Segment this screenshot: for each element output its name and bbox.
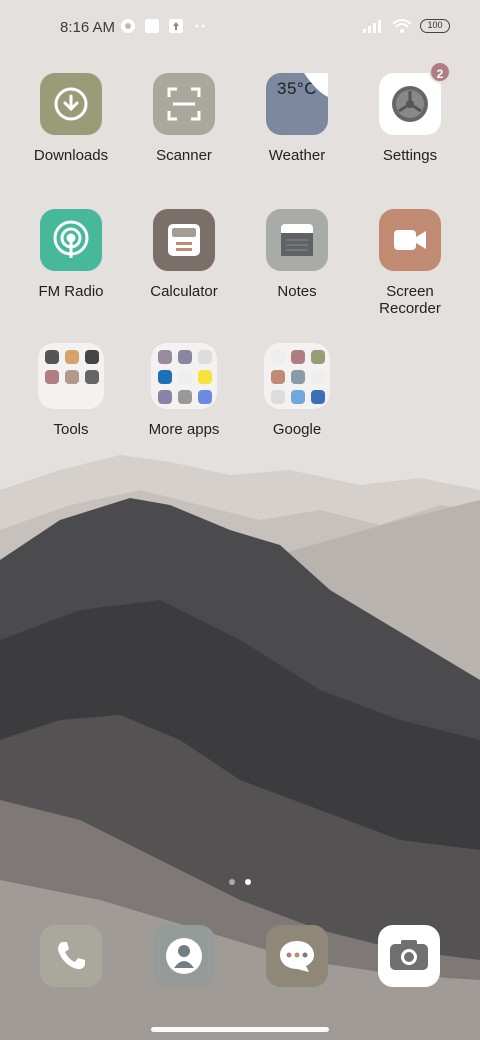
linkedin-icon <box>158 370 172 384</box>
contact-icon <box>166 938 202 974</box>
tv-icon <box>311 390 325 404</box>
notification-app-icon <box>121 19 135 33</box>
notification-badge: 2 <box>429 61 451 83</box>
page-dot[interactable] <box>229 879 235 885</box>
app-label: Google <box>272 421 322 438</box>
folder-preview <box>38 343 104 409</box>
amazon-icon <box>158 350 172 364</box>
clock-icon <box>45 350 59 364</box>
folder-more-apps[interactable]: More apps <box>129 343 239 438</box>
gpay-icon <box>271 390 285 404</box>
app-weather[interactable]: 35°C Weather <box>242 73 352 164</box>
notification-icons <box>120 18 208 34</box>
app-label: More apps <box>148 421 220 438</box>
battery-icon: 100 <box>420 19 450 33</box>
folder-preview <box>264 343 330 409</box>
notification-upload-icon <box>169 19 183 33</box>
recorder-icon <box>65 350 79 364</box>
app-label: Screen Recorder <box>379 283 441 317</box>
app-label: Scanner <box>156 147 212 164</box>
scan-icon <box>153 73 215 135</box>
phone-icon <box>58 942 85 970</box>
dock-messages[interactable] <box>266 925 328 987</box>
one-icon <box>311 370 325 384</box>
robot-app-icon <box>198 350 212 364</box>
meet-icon <box>291 370 305 384</box>
podcasts-icon <box>291 390 305 404</box>
page-dot-active[interactable] <box>245 879 251 885</box>
app-downloads[interactable]: Downloads <box>16 73 126 164</box>
assistant-icon <box>198 390 212 404</box>
dock-phone[interactable] <box>40 925 102 987</box>
download-icon <box>40 73 102 135</box>
youtube-icon <box>271 370 285 384</box>
status-right: 100 <box>362 18 450 34</box>
more-notifications-icon <box>195 24 205 28</box>
status-bar: 8:16 AM 100 <box>0 0 480 56</box>
netflix-icon <box>158 390 172 404</box>
signal-icon <box>363 20 381 33</box>
facebook-icon <box>178 350 192 364</box>
app-label: Downloads <box>33 147 109 164</box>
app-label: Notes <box>277 283 317 300</box>
app-screen-recorder[interactable]: Screen Recorder <box>355 209 465 317</box>
file-icon <box>45 370 59 384</box>
compass-icon <box>85 350 99 364</box>
tool-app-icon <box>85 370 99 384</box>
snapchat-icon <box>198 370 212 384</box>
mi-icon <box>178 370 192 384</box>
app-label: Settings <box>382 147 438 164</box>
status-time: 8:16 AM <box>60 19 116 36</box>
folder-tools[interactable]: Tools <box>16 343 126 438</box>
maps-icon <box>311 350 325 364</box>
app-label: Calculator <box>150 283 218 300</box>
dock-camera[interactable] <box>378 925 440 987</box>
wifi-icon <box>392 19 412 33</box>
dock-contacts[interactable] <box>153 925 215 987</box>
calculator-icon <box>153 209 215 271</box>
notification-square-icon <box>145 19 159 33</box>
page-indicator[interactable] <box>0 879 480 885</box>
gmail-icon <box>291 350 305 364</box>
play-store-icon <box>178 390 192 404</box>
app-calculator[interactable]: Calculator <box>129 209 239 300</box>
message-icon <box>280 941 314 972</box>
weather-icon: 35°C <box>266 73 328 135</box>
home-indicator[interactable] <box>151 1027 329 1032</box>
app-label: FM Radio <box>38 283 104 300</box>
folder-preview <box>151 343 217 409</box>
app-label: Tools <box>53 421 89 438</box>
folder-google[interactable]: Google <box>242 343 352 438</box>
radio-icon <box>40 209 102 271</box>
notes-icon <box>266 209 328 271</box>
app-scanner[interactable]: Scanner <box>129 73 239 164</box>
photos-icon <box>65 370 79 384</box>
app-label: Weather <box>268 147 326 164</box>
video-camera-icon <box>379 209 441 271</box>
google-icon <box>271 350 285 364</box>
app-fm-radio[interactable]: FM Radio <box>16 209 126 300</box>
app-settings[interactable]: 2 Settings <box>355 61 465 164</box>
gear-icon: 2 <box>379 61 451 135</box>
camera-icon <box>390 940 428 970</box>
app-notes[interactable]: Notes <box>242 209 352 300</box>
